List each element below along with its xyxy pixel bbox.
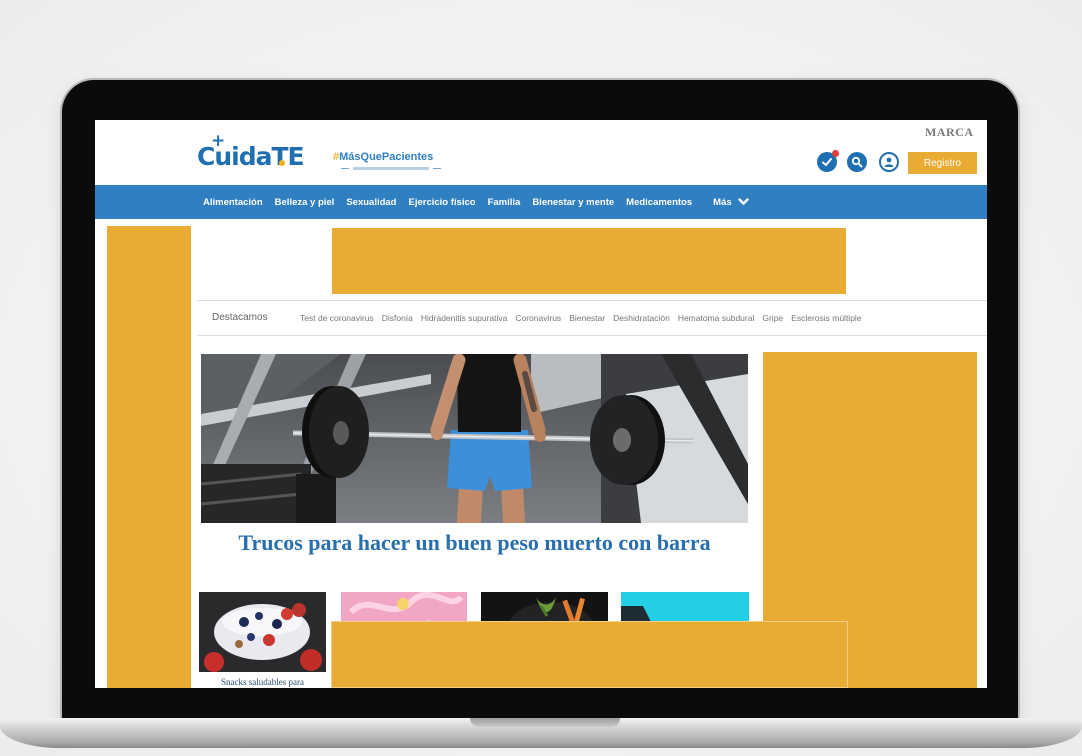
- hero-headline-link[interactable]: Trucos para hacer un buen peso muerto co…: [201, 530, 748, 556]
- laptop-base-notch: [470, 718, 620, 727]
- ad-placeholder-left[interactable]: [107, 226, 191, 688]
- user-account-button[interactable]: [879, 152, 899, 172]
- search-button[interactable]: [847, 152, 867, 172]
- topic-link[interactable]: Disfonía: [382, 313, 413, 323]
- nav-more-label: Más: [713, 196, 732, 208]
- check-icon: [822, 158, 832, 167]
- nav-item-sexualidad[interactable]: Sexualidad: [346, 197, 396, 208]
- campaign-hashtag[interactable]: #MásQuePacientes: [333, 151, 433, 163]
- campaign-hashtag-text: MásQuePacientes: [339, 151, 434, 163]
- yogurt-bowl-photo: [199, 592, 326, 672]
- article-thumbnail-1[interactable]: [199, 592, 326, 672]
- campaign-tagline-decoration: [341, 166, 441, 171]
- topic-link[interactable]: Coronavirus: [515, 313, 561, 323]
- highlights-topic-list: Test de coronavirus Disfonía Hidradeniti…: [300, 313, 862, 323]
- main-nav-items: Alimentación Belleza y piel Sexualidad E…: [203, 185, 749, 219]
- topic-link[interactable]: Deshidratación: [613, 313, 670, 323]
- ad-placeholder-top-banner[interactable]: [332, 228, 846, 294]
- laptop-screen: MARCA + CuidaTE #MásQuePacientes Registr…: [95, 120, 987, 688]
- ad-placeholder-bottom-overlay[interactable]: [331, 621, 848, 688]
- topic-link[interactable]: Gripe: [762, 313, 783, 323]
- check-button[interactable]: [817, 150, 839, 172]
- highlights-divider-top: [197, 300, 987, 301]
- highlights-label: Destacamos: [212, 312, 268, 323]
- nav-item-alimentacion[interactable]: Alimentación: [203, 197, 263, 208]
- register-button[interactable]: Registro: [908, 152, 977, 174]
- deadlift-photo: [201, 354, 748, 523]
- topic-link[interactable]: Bienestar: [569, 313, 605, 323]
- topic-link[interactable]: Hidradenitis supurativa: [421, 313, 507, 323]
- topic-link[interactable]: Hematoma subdural: [678, 313, 755, 323]
- marca-link[interactable]: MARCA: [925, 125, 974, 140]
- nav-item-familia[interactable]: Familia: [488, 197, 521, 208]
- chevron-down-icon: [737, 198, 749, 206]
- topic-link[interactable]: Esclerosis múltiple: [791, 313, 861, 323]
- notification-dot: [832, 150, 839, 157]
- nav-item-belleza-y-piel[interactable]: Belleza y piel: [275, 197, 335, 208]
- topic-link[interactable]: Test de coronavirus: [300, 313, 374, 323]
- main-nav-bar: Alimentación Belleza y piel Sexualidad E…: [95, 185, 987, 219]
- nav-item-ejercicio-fisico[interactable]: Ejercicio físico: [409, 197, 476, 208]
- laptop-mockup-scene: MARCA + CuidaTE #MásQuePacientes Registr…: [0, 0, 1082, 756]
- highlights-divider-bottom: [197, 335, 987, 336]
- site-logo[interactable]: CuidaTE: [197, 142, 305, 171]
- search-icon: [851, 156, 863, 168]
- nav-item-bienestar-y-mente[interactable]: Bienestar y mente: [532, 197, 614, 208]
- user-icon: [884, 157, 894, 167]
- nav-item-medicamentos[interactable]: Medicamentos: [626, 197, 692, 208]
- nav-more-menu[interactable]: Más: [713, 196, 749, 208]
- thumbnail-caption-1[interactable]: Snacks saludables para: [199, 677, 326, 687]
- hero-article-image[interactable]: [201, 354, 748, 523]
- logo-dot-decoration: [279, 160, 285, 166]
